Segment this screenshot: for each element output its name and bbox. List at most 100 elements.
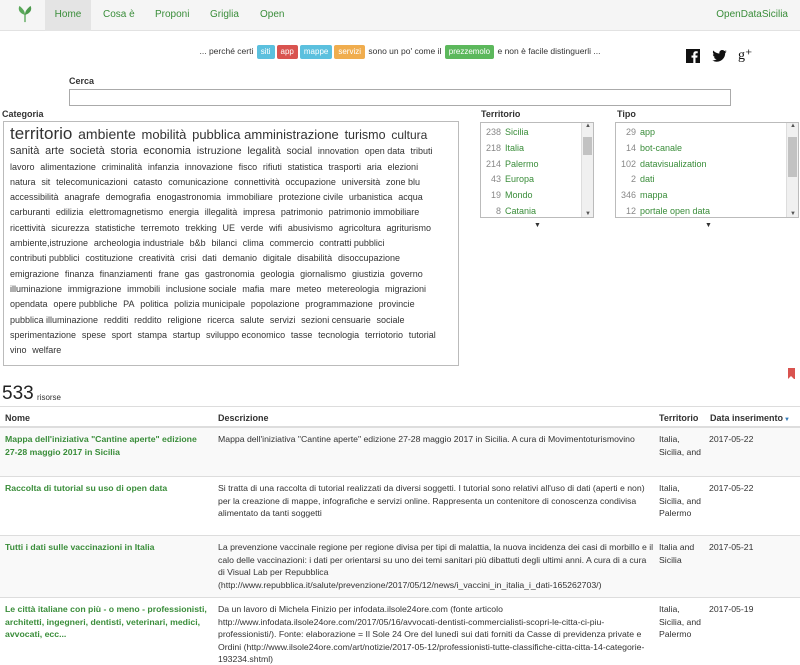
categoria-tag[interactable]: sport bbox=[112, 330, 132, 340]
categoria-tag[interactable]: gas bbox=[185, 269, 200, 279]
categoria-tag[interactable]: finanza bbox=[65, 269, 94, 279]
categoria-tag[interactable]: mare bbox=[270, 284, 291, 294]
bookmark-icon[interactable] bbox=[788, 368, 795, 379]
row-name-link[interactable]: Mappa dell'iniziativa "Cantine aperte" e… bbox=[5, 433, 210, 458]
categoria-tag[interactable]: pubblica illuminazione bbox=[10, 315, 98, 325]
categoria-tag[interactable]: governo bbox=[390, 269, 423, 279]
categoria-tag[interactable]: immobili bbox=[127, 284, 160, 294]
categoria-tag[interactable]: provincie bbox=[379, 299, 415, 309]
nav-griglia[interactable]: Griglia bbox=[210, 0, 239, 31]
categoria-tag[interactable]: sociale bbox=[377, 315, 405, 325]
categoria-tag[interactable]: pubblica amministrazione bbox=[192, 127, 339, 142]
categoria-tag[interactable]: sit bbox=[41, 177, 50, 187]
categoria-tag[interactable]: tutorial bbox=[409, 330, 436, 340]
tipo-option[interactable]: 2 dati bbox=[616, 171, 655, 187]
categoria-tag[interactable]: geologia bbox=[260, 269, 294, 279]
categoria-tag[interactable]: sezioni censuarie bbox=[301, 315, 371, 325]
categoria-tag[interactable]: carburanti bbox=[10, 207, 50, 217]
tipo-option[interactable]: 14 bot-canale bbox=[616, 140, 682, 156]
categoria-tag[interactable]: mafia bbox=[242, 284, 264, 294]
categoria-tag[interactable]: ambiente bbox=[78, 126, 136, 142]
categoria-tag[interactable]: abusivismo bbox=[288, 223, 333, 233]
scroll-up-icon[interactable]: ▲ bbox=[582, 123, 593, 129]
categoria-tag[interactable]: commercio bbox=[270, 238, 314, 248]
categoria-tag[interactable]: disabilità bbox=[297, 253, 332, 263]
categoria-tag[interactable]: meteo bbox=[296, 284, 321, 294]
categoria-tag[interactable]: ricerca bbox=[207, 315, 234, 325]
categoria-tag[interactable]: comunicazione bbox=[168, 177, 228, 187]
leaf-logo-icon[interactable] bbox=[16, 5, 34, 23]
twitter-icon[interactable] bbox=[712, 50, 727, 62]
categoria-tag[interactable]: storia bbox=[111, 145, 138, 157]
categoria-tag[interactable]: archeologia industriale bbox=[94, 238, 184, 248]
categoria-tag[interactable]: opendata bbox=[10, 299, 48, 309]
categoria-tag[interactable]: emigrazione bbox=[10, 269, 59, 279]
categoria-tag[interactable]: frane bbox=[158, 269, 179, 279]
categoria-tag[interactable]: inclusione sociale bbox=[166, 284, 237, 294]
categoria-tag[interactable]: contributi pubblici bbox=[10, 253, 80, 263]
categoria-tag[interactable]: wifi bbox=[269, 223, 282, 233]
categoria-tag[interactable]: welfare bbox=[32, 345, 61, 355]
facebook-icon[interactable] bbox=[686, 49, 700, 63]
categoria-tag[interactable]: sperimentazione bbox=[10, 330, 76, 340]
categoria-tag[interactable]: impresa bbox=[243, 207, 275, 217]
categoria-tag[interactable]: turismo bbox=[345, 128, 386, 142]
territorio-option[interactable]: 43 Europa bbox=[481, 171, 534, 187]
categoria-tag[interactable]: immobiliare bbox=[227, 192, 273, 202]
territorio-expand-icon[interactable]: ▼ bbox=[534, 222, 541, 229]
categoria-tag[interactable]: politica bbox=[140, 299, 168, 309]
territorio-select[interactable]: 8 Catania 19 Mondo 43 Europa 214 Palermo 218 Ital… bbox=[480, 122, 594, 218]
categoria-tag[interactable]: legalità bbox=[247, 145, 280, 157]
categoria-tag[interactable]: innovation bbox=[318, 146, 359, 156]
categoria-tag[interactable]: finanziamenti bbox=[100, 269, 153, 279]
categoria-tag[interactable]: terremoto bbox=[141, 223, 180, 233]
categoria-tag[interactable]: startup bbox=[173, 330, 201, 340]
categoria-tag[interactable]: illegalità bbox=[205, 207, 238, 217]
categoria-tag[interactable]: trasporti bbox=[328, 162, 361, 172]
categoria-tag[interactable]: sicurezza bbox=[51, 223, 89, 233]
header-descrizione[interactable]: Descrizione bbox=[218, 413, 269, 423]
categoria-tag[interactable]: infanzia bbox=[148, 162, 179, 172]
categoria-tag[interactable]: demanio bbox=[223, 253, 258, 263]
tipo-option[interactable]: 29 app bbox=[616, 124, 655, 140]
categoria-tag[interactable]: illuminazione bbox=[10, 284, 62, 294]
categoria-tag[interactable]: trekking bbox=[185, 223, 217, 233]
categoria-tag[interactable]: anagrafe bbox=[64, 192, 100, 202]
categoria-tag[interactable]: dati bbox=[202, 253, 217, 263]
categoria-tag[interactable]: catasto bbox=[133, 177, 162, 187]
tipo-option[interactable]: 102 datavisualization bbox=[616, 156, 707, 172]
categoria-tag[interactable]: rifiuti bbox=[263, 162, 282, 172]
categoria-tag[interactable]: istruzione bbox=[197, 145, 242, 157]
categoria-tag[interactable]: enogastronomia bbox=[156, 192, 221, 202]
search-input[interactable] bbox=[69, 89, 731, 106]
header-data-inserimento[interactable]: Data inserimento▼ bbox=[710, 413, 790, 423]
nav-proponi[interactable]: Proponi bbox=[155, 0, 189, 31]
categoria-tag[interactable]: verde bbox=[241, 223, 264, 233]
categoria-tag[interactable]: zone blu bbox=[386, 177, 420, 187]
categoria-tag[interactable]: statistiche bbox=[95, 223, 135, 233]
categoria-tag[interactable]: polizia municipale bbox=[174, 299, 245, 309]
categoria-tag[interactable]: agriturismo bbox=[387, 223, 432, 233]
categoria-tag[interactable]: innovazione bbox=[185, 162, 233, 172]
tipo-option[interactable]: 12 portale open data bbox=[616, 203, 710, 217]
categoria-tag[interactable]: patrimonio immobiliare bbox=[329, 207, 420, 217]
categoria-tag[interactable]: tributi bbox=[411, 146, 433, 156]
categoria-tag[interactable]: aria bbox=[367, 162, 382, 172]
categoria-tag[interactable]: criminalità bbox=[102, 162, 143, 172]
categoria-tag[interactable]: agricoltura bbox=[339, 223, 381, 233]
categoria-tag[interactable]: protezione civile bbox=[279, 192, 344, 202]
categoria-tag[interactable]: vino bbox=[10, 345, 27, 355]
googleplus-icon[interactable]: g⁺ bbox=[738, 47, 752, 64]
categoria-tag[interactable]: clima bbox=[243, 238, 264, 248]
categoria-tag[interactable]: social bbox=[287, 146, 313, 157]
categoria-tag[interactable]: creatività bbox=[139, 253, 175, 263]
tipo-option[interactable]: 346 mappa bbox=[616, 187, 668, 203]
categoria-tag[interactable]: popolazione bbox=[251, 299, 300, 309]
tipo-expand-icon[interactable]: ▼ bbox=[705, 222, 712, 229]
categoria-tag[interactable]: opere pubbliche bbox=[53, 299, 117, 309]
categoria-tag[interactable]: giornalismo bbox=[300, 269, 346, 279]
categoria-tag[interactable]: accessibilità bbox=[10, 192, 59, 202]
categoria-tag[interactable]: migrazioni bbox=[385, 284, 426, 294]
scroll-down-icon[interactable]: ▼ bbox=[582, 211, 593, 217]
categoria-tag[interactable]: sanità bbox=[10, 145, 39, 157]
